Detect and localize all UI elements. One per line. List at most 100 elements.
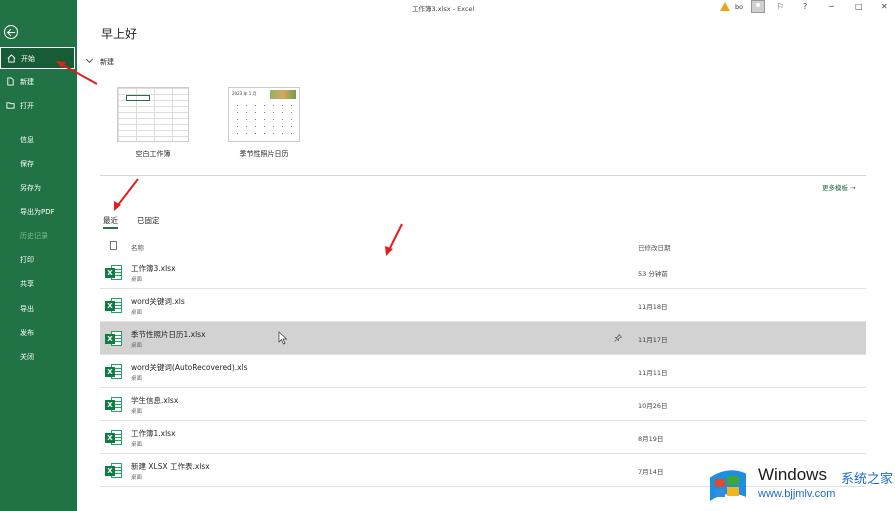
excel-file-icon: X — [105, 331, 122, 346]
column-header-name[interactable]: 名称 — [131, 242, 144, 252]
sidebar-item-open[interactable]: 打开 — [0, 95, 77, 117]
open-folder-icon — [6, 102, 15, 109]
sidebar-item-label: 历史记录 — [20, 232, 48, 240]
tab-recent[interactable]: 最近 — [103, 215, 118, 229]
sidebar-item-export-pdf[interactable]: 导出为PDF — [0, 201, 77, 223]
watermark-brand: Windows — [758, 465, 827, 484]
watermark: Windows 系统之家 www.bjjmlv.com — [706, 461, 894, 507]
file-location: 桌面 — [131, 310, 143, 316]
calendar-photo — [270, 90, 296, 99]
file-modified-date: 11月17日 — [638, 336, 668, 344]
new-section-label: 新建 — [100, 58, 114, 66]
template-label: 季节性照片日历 — [239, 150, 289, 158]
file-location: 桌面 — [131, 409, 143, 415]
column-header-date[interactable]: 已修改日期 — [638, 242, 671, 252]
file-name: 工作簿1.xlsx — [131, 429, 176, 438]
file-name: word关键词.xls — [131, 297, 185, 306]
avatar[interactable] — [751, 0, 765, 13]
file-location: 桌面 — [131, 277, 143, 283]
tab-pinned[interactable]: 已固定 — [137, 215, 160, 226]
minimize-icon[interactable]: ─ — [829, 2, 834, 11]
file-modified-date: 8月19日 — [638, 435, 664, 443]
pin-icon[interactable] — [614, 334, 622, 342]
excel-file-icon: X — [105, 265, 122, 280]
file-name: 工作簿3.xlsx — [131, 264, 176, 273]
annotation-arrow — [117, 178, 139, 206]
new-section-header[interactable]: 新建 — [85, 55, 114, 67]
file-location: 桌面 — [131, 376, 143, 382]
new-document-icon — [7, 77, 14, 86]
close-icon[interactable]: ✕ — [881, 2, 888, 11]
sidebar-item-save-as[interactable]: 另存为 — [0, 177, 77, 199]
calendar-title: 2023 年 1 月 — [232, 91, 257, 96]
file-row[interactable]: Xword关键词(AutoRecovered).xls 桌面 11月11日 — [100, 355, 866, 388]
file-modified-date: 53 分钟前 — [638, 270, 668, 278]
sidebar-item-home[interactable]: 开始 — [0, 47, 75, 69]
excel-file-icon: X — [105, 298, 122, 313]
file-row[interactable]: X 学生信息.xlsx 桌面 10月26日 — [100, 388, 866, 421]
calendar-thumbnail: 2023 年 1 月 — [228, 87, 300, 142]
file-row[interactable]: X 季节性照片日历1.xlsx 桌面 11月17日 — [100, 322, 866, 355]
template-blank-workbook[interactable]: 空白工作簿 — [117, 87, 189, 158]
sidebar-item-label: 保存 — [20, 160, 34, 168]
section-divider — [100, 175, 866, 176]
warning-icon[interactable] — [720, 2, 730, 11]
more-templates-link[interactable]: 更多模板 → — [822, 182, 856, 192]
file-name: 新建 XLSX 工作表.xlsx — [131, 462, 210, 471]
feedback-icon[interactable]: ⚐ — [777, 2, 784, 11]
title-bar: 工作簿3.xlsx - Excel bo ⚐ ? ─ □ ✕ — [77, 0, 895, 14]
watermark-url: www.bjjmlv.com — [758, 488, 836, 500]
excel-file-icon: X — [105, 463, 122, 478]
window-title: 工作簿3.xlsx - Excel — [412, 5, 475, 13]
file-location: 桌面 — [131, 442, 143, 448]
page-title: 早上好 — [101, 27, 138, 41]
calendar-header: 2023 年 1 月 — [229, 88, 299, 100]
sidebar-item-label: 新建 — [20, 78, 34, 86]
annotation-arrowhead — [114, 201, 121, 211]
excel-file-icon: X — [105, 397, 122, 412]
excel-file-icon: X — [105, 364, 122, 379]
sidebar-item-label: 打印 — [20, 256, 34, 264]
file-location: 桌面 — [131, 475, 143, 481]
selected-cell — [126, 95, 150, 101]
maximize-icon[interactable]: □ — [855, 2, 863, 11]
excel-file-icon: X — [105, 430, 122, 445]
file-modified-date: 11月18日 — [638, 303, 668, 311]
sidebar-item-history: 历史记录 — [0, 225, 77, 247]
sidebar-item-label: 导出 — [20, 305, 34, 313]
file-name: 季节性照片日历1.xlsx — [131, 330, 206, 339]
watermark-cn: 系统之家 — [841, 472, 894, 487]
sidebar-item-label: 打开 — [20, 102, 34, 110]
sidebar-item-print[interactable]: 打印 — [0, 249, 77, 271]
file-modified-date: 10月26日 — [638, 402, 668, 410]
template-label: 空白工作簿 — [135, 150, 171, 158]
file-name: word关键词(AutoRecovered).xls — [131, 363, 248, 372]
file-row[interactable]: X 工作簿1.xlsx 桌面 8月19日 — [100, 421, 866, 454]
sidebar-item-label: 导出为PDF — [20, 208, 55, 216]
home-icon — [7, 54, 16, 63]
file-list-header: 名称 已修改日期 — [100, 238, 866, 254]
sidebar-item-save[interactable]: 保存 — [0, 153, 77, 175]
template-seasonal-photo-calendar[interactable]: 2023 年 1 月 季节性照片日历 — [228, 87, 300, 158]
user-name[interactable]: bo — [735, 3, 743, 11]
back-arrow-icon[interactable] — [4, 25, 18, 39]
sidebar-item-share[interactable]: 共享 — [0, 273, 77, 295]
file-row[interactable]: Xword关键词.xls 桌面 11月18日 — [100, 289, 866, 322]
file-row[interactable]: X 工作簿3.xlsx 桌面 53 分钟前 — [100, 256, 866, 289]
backstage-sidebar: 开始 新建 打开 信息 保存 另存为 导出为PDF 历史记录 打印 共享 导出 … — [0, 0, 77, 511]
file-location: 桌面 — [131, 343, 143, 349]
sidebar-item-label: 开始 — [21, 55, 35, 63]
file-modified-date: 7月14日 — [638, 468, 664, 476]
sidebar-item-export[interactable]: 导出 — [0, 298, 77, 320]
file-modified-date: 11月11日 — [638, 369, 668, 377]
sidebar-item-label: 关闭 — [20, 353, 34, 361]
file-type-icon — [110, 241, 117, 250]
sidebar-item-info[interactable]: 信息 — [0, 129, 77, 151]
sidebar-item-close[interactable]: 关闭 — [0, 346, 77, 368]
sidebar-item-new[interactable]: 新建 — [0, 71, 77, 93]
sidebar-item-publish[interactable]: 发布 — [0, 322, 77, 344]
sidebar-item-label: 共享 — [20, 280, 34, 288]
help-icon[interactable]: ? — [803, 2, 807, 11]
windows-logo-icon — [709, 469, 747, 501]
calendar-grid — [233, 102, 297, 140]
